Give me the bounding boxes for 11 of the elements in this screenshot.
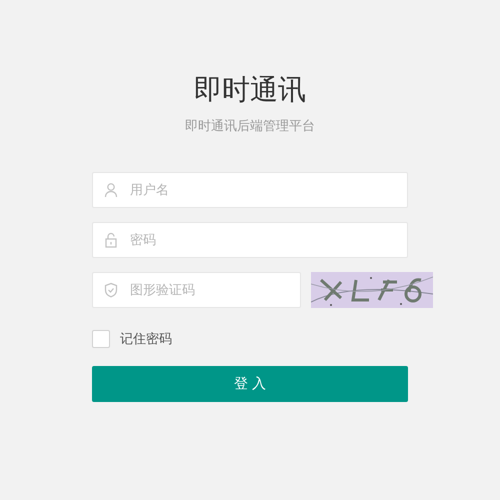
login-button[interactable]: 登 入 [92,366,408,402]
lock-icon [103,232,119,248]
app-title: 即时通讯 [194,72,306,108]
password-field[interactable]: 密码 [92,222,408,258]
remember-label: 记住密码 [120,331,172,348]
captcha-field[interactable]: 图形验证码 [92,272,301,308]
user-icon [103,182,119,198]
app-subtitle: 即时通讯后端管理平台 [185,118,315,136]
username-field[interactable]: 用户名 [92,172,408,208]
shield-icon [103,282,119,298]
remember-checkbox[interactable] [92,330,110,348]
